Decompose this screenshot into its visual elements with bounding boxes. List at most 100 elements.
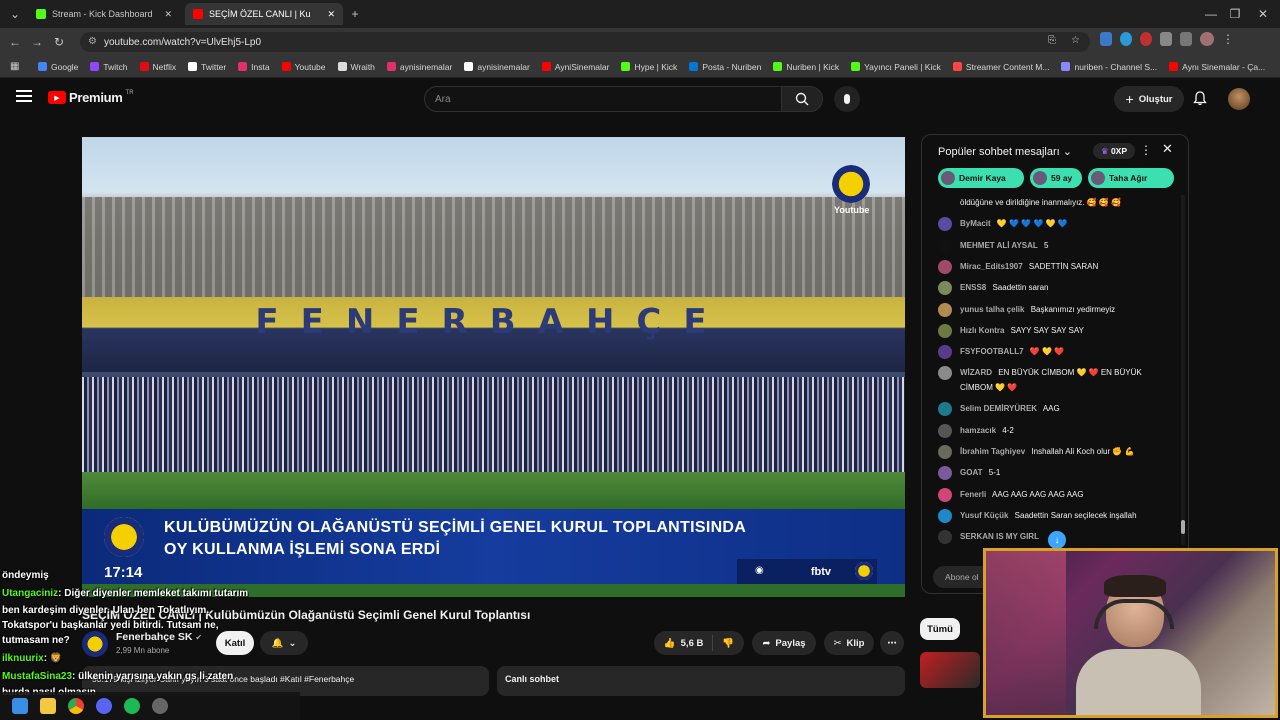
bookmark-item[interactable]: Hype | Kick (621, 62, 677, 72)
chat-message[interactable]: Selim DEMİRYÜREK AAG (938, 401, 1173, 417)
minimize-icon[interactable]: — (1200, 3, 1222, 25)
clip-button[interactable]: ✂ Klip (824, 631, 874, 655)
shield-extension-icon[interactable] (1100, 32, 1112, 46)
related-video-thumbnail[interactable] (920, 652, 980, 688)
filter-chip-all[interactable]: Tümü (920, 618, 960, 640)
bookmark-item[interactable]: Yayıncı Paneli | Kick (851, 62, 941, 72)
obs-icon[interactable] (152, 698, 168, 714)
bookmark-item[interactable]: aynisinemalar (386, 62, 452, 72)
scrollbar-thumb[interactable] (1181, 520, 1185, 534)
chat-chip[interactable]: Demir Kaya (938, 168, 1024, 188)
chat-message[interactable]: FSYFOOTBALL7 ❤️ 💛 ❤️ (938, 344, 1173, 360)
apps-grid-icon[interactable]: ▦ (10, 61, 19, 72)
chat-message[interactable]: İbrahim Taghiyev Inshallah Ali Koch olur… (938, 444, 1173, 459)
chat-message[interactable]: ENSS8 Saadettin saran (938, 280, 1173, 296)
windows-start-icon[interactable] (12, 698, 28, 714)
dislike-icon[interactable]: 👎 (722, 638, 734, 649)
chat-author: Fenerli (960, 489, 987, 499)
puzzle-icon[interactable] (1160, 32, 1172, 46)
join-button[interactable]: Katıl (216, 631, 254, 655)
bookmark-item[interactable]: Posta - Nuriben (689, 62, 761, 72)
extension-icon[interactable] (1120, 32, 1132, 46)
window-close-icon[interactable]: ✕ (1252, 3, 1274, 25)
more-actions-button[interactable]: ⋯ (880, 631, 904, 655)
bookmark-item[interactable]: Google (38, 62, 78, 72)
file-explorer-icon[interactable] (40, 698, 56, 714)
bookmark-item[interactable]: nuriben - Channel S... (1061, 62, 1157, 72)
spotify-icon[interactable] (124, 698, 140, 714)
create-button[interactable]: + Oluştur (1114, 86, 1184, 112)
chat-chip-label: Demir Kaya (959, 173, 1006, 183)
subscribe-bell-button[interactable]: 🔔 ⌄ (260, 631, 308, 655)
bookmark-item[interactable]: Twitter (188, 62, 226, 72)
chat-message[interactable]: öldüğüne ve dirildiğine inanmalıyız. 🥰 🥰… (938, 195, 1173, 210)
scroll-to-bottom-icon[interactable]: ↓ (1048, 531, 1066, 549)
bookmark-item[interactable]: Aynı Sinemalar - Ça... (1169, 62, 1265, 72)
reading-list-icon[interactable] (1180, 32, 1192, 46)
hamburger-menu-icon[interactable] (16, 90, 32, 102)
chat-author: Yusuf Küçük (960, 510, 1009, 520)
chrome-icon[interactable] (68, 698, 84, 714)
chat-chip[interactable]: Taha Ağır (1088, 168, 1174, 188)
chat-message[interactable]: WİZARD EN BÜYÜK CİMBOM 💛 ❤️ EN BÜYÜK CİM… (938, 365, 1173, 395)
close-icon[interactable]: ✕ (164, 9, 172, 20)
chat-message[interactable]: Hızlı Kontra SAYY SAY SAY SAY (938, 323, 1173, 338)
new-tab-icon[interactable]: + (344, 3, 366, 25)
bookmark-star-icon[interactable]: ☆ (1071, 35, 1080, 46)
tab-youtube[interactable]: SEÇİM ÖZEL CANLI | Ku ✕ (185, 3, 343, 25)
channel-avatar[interactable] (82, 631, 108, 657)
chat-message[interactable]: Yusuf Küçük Saadettin Saran seçilecek in… (938, 508, 1173, 523)
bookmark-item[interactable]: Wraith (337, 62, 375, 72)
chat-input-placeholder: Abone ol (945, 572, 979, 582)
search-placeholder: Ara (435, 93, 451, 105)
like-count[interactable]: 5,6 B (681, 638, 704, 649)
extension-icon[interactable] (1140, 32, 1152, 46)
clip-label: Klip (846, 637, 865, 649)
chat-chip[interactable]: 59 ay (1030, 168, 1082, 188)
chat-message[interactable]: yunus talha çelik Başkanımızı yedirmeyiz (938, 302, 1173, 317)
tab-search-icon[interactable]: ⌄ (4, 3, 26, 25)
close-icon[interactable]: ✕ (327, 9, 335, 20)
user-avatar[interactable] (1228, 88, 1250, 110)
bookmark-item[interactable]: Youtube (281, 62, 326, 72)
chat-message[interactable]: ByMacit 💛 💙 💙 💙 💛 💙 (938, 216, 1173, 232)
search-input[interactable]: Ara (424, 86, 782, 112)
xp-badge[interactable]: ♛ 0XP (1093, 143, 1135, 159)
address-bar[interactable]: ⚙ youtube.com/watch?v=UlvEhj5-Lp0 ⎘ ☆ (80, 32, 1090, 52)
bookmark-item[interactable]: Nuriben | Kick (773, 62, 839, 72)
bookmark-item[interactable]: Streamer Content M... (952, 62, 1049, 72)
profile-avatar[interactable] (1200, 32, 1214, 46)
share-button[interactable]: ➦ Paylaş (752, 631, 816, 655)
bookmark-item[interactable]: AyniSinemalar (541, 62, 609, 72)
chat-header[interactable]: Popüler sohbet mesajları ⌄ (938, 145, 1072, 158)
bookmark-item[interactable]: aynisinemalar (464, 62, 530, 72)
video-player[interactable]: FENERBAHÇE Youtube KULÜBÜMÜZÜN OLAĞANÜST… (82, 137, 905, 597)
install-icon[interactable]: ⎘ (1048, 35, 1056, 46)
search-button[interactable] (781, 86, 823, 112)
forward-icon[interactable]: → (26, 31, 48, 53)
chat-scrollbar[interactable] (1181, 195, 1185, 545)
back-icon[interactable]: ← (4, 31, 26, 53)
bookmark-item[interactable]: Twitch (90, 62, 128, 72)
menu-kebab-icon[interactable]: ⋮ (1222, 32, 1234, 46)
reload-icon[interactable]: ↻ (48, 31, 70, 53)
tab-kick-dashboard[interactable]: Stream - Kick Dashboard ✕ (28, 3, 180, 25)
chat-message[interactable]: Mirac_Edits1907 SADETTİN SARAN (938, 259, 1173, 274)
notifications-bell-icon[interactable] (1193, 91, 1207, 106)
chat-message[interactable]: hamzacık 4-2 (938, 423, 1173, 438)
chat-message[interactable]: Fenerli AAG AAG AAG AAG AAG (938, 487, 1173, 502)
live-chat-replay-box[interactable]: Canlı sohbet (497, 666, 905, 696)
chat-message[interactable]: MEHMET ALİ AYSAL 5 (938, 238, 1173, 253)
chat-author: Hızlı Kontra (960, 325, 1005, 335)
bookmark-item[interactable]: Netflix (139, 62, 176, 72)
chat-message[interactable]: GOAT 5-1 (938, 465, 1173, 481)
voice-search-button[interactable] (834, 86, 860, 112)
bookmark-item[interactable]: Insta (238, 62, 270, 72)
like-icon[interactable]: 👍 (664, 638, 676, 649)
site-info-icon[interactable]: ⚙ (88, 36, 97, 47)
maximize-icon[interactable]: ❐ (1224, 3, 1246, 25)
chat-close-icon[interactable]: ✕ (1162, 141, 1173, 157)
youtube-logo[interactable]: ▶ Premium TR (48, 90, 134, 105)
chat-menu-kebab-icon[interactable]: ⋮ (1140, 143, 1152, 157)
discord-icon[interactable] (96, 698, 112, 714)
